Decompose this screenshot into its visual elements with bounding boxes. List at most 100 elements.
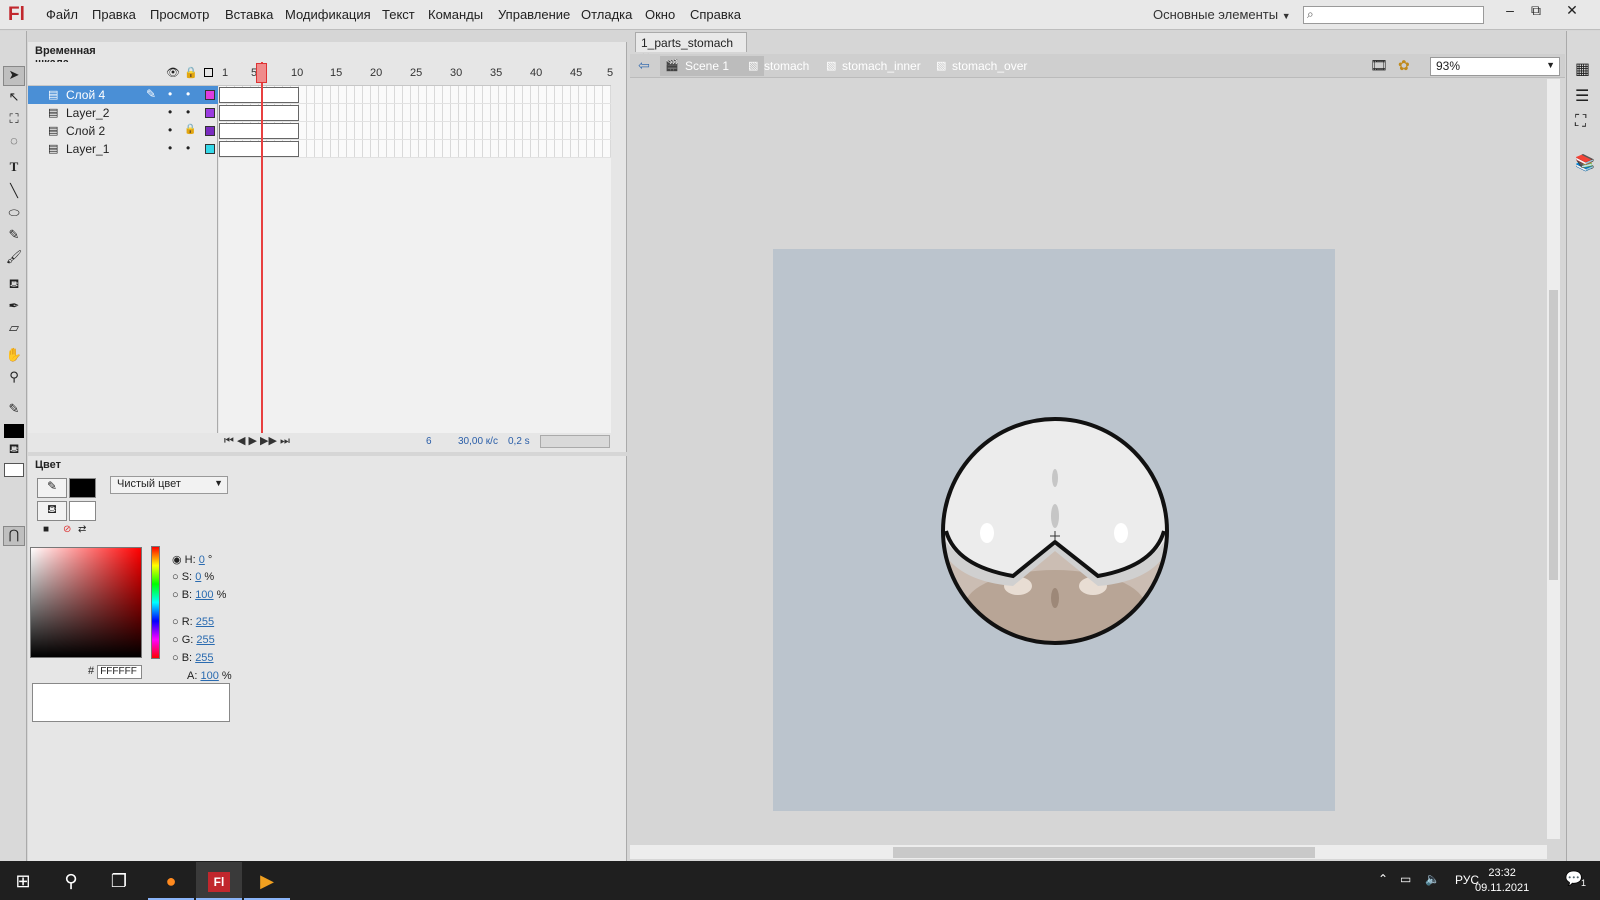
firefox-icon[interactable]: ●	[148, 862, 194, 900]
menu-help[interactable]: Справка	[690, 7, 741, 22]
menu-file[interactable]: Файл	[46, 7, 78, 22]
eyedropper-tool-icon[interactable]: ✒	[3, 298, 25, 318]
fill-color-swatch[interactable]	[4, 463, 24, 477]
timeline-tab[interactable]: Временная шкала	[29, 43, 133, 69]
playhead[interactable]	[261, 62, 263, 440]
swap-colors-icon[interactable]: ⇄	[78, 524, 86, 535]
green-row[interactable]: ○ G: 255	[172, 634, 215, 646]
volume-icon[interactable]: 🔈	[1425, 872, 1440, 886]
brightness-row[interactable]: ○ B: 100 %	[172, 589, 226, 601]
keyframe-span[interactable]	[219, 87, 299, 103]
layer-row-sloy2[interactable]: ▤ Слой 2 • 🔒	[28, 122, 218, 140]
oval-tool-icon[interactable]: ⬭	[3, 205, 25, 225]
outline-icon[interactable]	[204, 68, 213, 77]
alpha-row[interactable]: A: 100 %	[187, 670, 232, 682]
layer-color-swatch[interactable]	[205, 90, 215, 100]
layer-color-swatch[interactable]	[205, 108, 215, 118]
radio-icon[interactable]: ◉	[172, 554, 182, 566]
snap-magnet-icon[interactable]: ⋂	[3, 526, 25, 546]
clock[interactable]: 23:32 09.11.2021	[1475, 866, 1529, 896]
blue-value[interactable]: 255	[195, 652, 213, 664]
menu-edit[interactable]: Правка	[92, 7, 136, 22]
playback-controls-icon[interactable]: ⏮ ◀ ▶ ▶▶ ⏭	[224, 434, 290, 448]
lock-dot[interactable]: •	[186, 141, 190, 155]
layer-row-sloy4[interactable]: ▤ Слой 4 ✎ • •	[28, 86, 218, 104]
transform-icon[interactable]: ⛶	[1575, 113, 1586, 131]
visibility-dot[interactable]: •	[168, 87, 172, 101]
zoom-tool-icon[interactable]: ⚲	[3, 369, 25, 389]
default-colors-icon[interactable]: ■	[43, 524, 49, 535]
lock-icon[interactable]: 🔒	[184, 66, 198, 79]
saturation-value[interactable]: 0	[195, 571, 201, 583]
stroke-swatch[interactable]	[69, 478, 96, 498]
frame-row[interactable]	[219, 104, 611, 122]
search-icon[interactable]: ⚲	[48, 862, 94, 900]
visibility-dot[interactable]: •	[168, 141, 172, 155]
radio-icon[interactable]: ○	[172, 634, 179, 646]
frame-grid[interactable]	[219, 86, 611, 442]
tray-chevron-icon[interactable]: ⌃	[1378, 872, 1388, 886]
document-tab[interactable]: 1_parts_stomach ✕	[635, 32, 747, 64]
frame-row[interactable]	[219, 122, 611, 140]
hue-row[interactable]: ◉ H: 0 °	[172, 553, 212, 566]
frame-row[interactable]	[219, 140, 611, 158]
hex-input[interactable]: FFFFFF	[97, 665, 143, 679]
alpha-value[interactable]: 100	[200, 670, 218, 682]
brightness-value[interactable]: 100	[195, 589, 213, 601]
minimize-button[interactable]: –	[1496, 2, 1524, 22]
menu-insert[interactable]: Вставка	[225, 7, 273, 22]
lock-dot[interactable]: •	[186, 87, 190, 101]
red-value[interactable]: 255	[196, 616, 214, 628]
lock-icon[interactable]: 🔒	[184, 124, 196, 135]
lock-dot[interactable]: •	[186, 105, 190, 119]
hue-slider[interactable]	[151, 546, 160, 659]
blue-row[interactable]: ○ B: 255	[172, 652, 214, 664]
keyframe-span[interactable]	[219, 123, 299, 139]
menu-text[interactable]: Текст	[382, 7, 415, 22]
paint-bucket-tool-icon[interactable]: ⛾	[3, 276, 25, 296]
hue-value[interactable]: 0	[199, 554, 205, 566]
network-icon[interactable]: ▭	[1400, 872, 1411, 886]
edit-scene-icon[interactable]: 🎞	[1370, 57, 1388, 74]
fill-swatch[interactable]	[69, 501, 96, 521]
search-input[interactable]: ⌕	[1303, 6, 1484, 24]
zoom-select[interactable]: 93% ▼	[1430, 57, 1560, 76]
breadcrumb-stomach-over[interactable]: stomach_over	[952, 59, 1027, 73]
task-view-icon[interactable]: ❐	[96, 862, 142, 900]
text-tool-icon[interactable]: T	[3, 159, 25, 179]
visibility-dot[interactable]: •	[168, 123, 172, 137]
library-icon[interactable]: 📚	[1575, 153, 1595, 173]
eye-icon[interactable]: 👁	[166, 66, 180, 79]
menu-commands[interactable]: Команды	[428, 7, 483, 22]
hand-tool-icon[interactable]: ✋	[3, 347, 25, 367]
free-transform-tool-icon[interactable]: ⛶	[3, 111, 25, 131]
menu-debug[interactable]: Отладка	[581, 7, 632, 22]
layer-row-layer1[interactable]: ▤ Layer_1 • •	[28, 140, 218, 158]
media-player-icon[interactable]: ▶	[244, 862, 290, 900]
animate-app-icon[interactable]: Fl	[196, 862, 242, 900]
fill-type-select[interactable]: Чистый цвет ▼	[110, 476, 228, 494]
align-icon[interactable]: ☰	[1575, 86, 1589, 106]
radio-icon[interactable]: ○	[172, 652, 179, 664]
menu-window[interactable]: Окно	[645, 7, 675, 22]
breadcrumb-stomach-inner[interactable]: stomach_inner	[842, 59, 921, 73]
color-tab[interactable]: Цвет	[29, 457, 65, 474]
eraser-tool-icon[interactable]: ▱	[3, 320, 25, 340]
visibility-dot[interactable]: •	[168, 105, 172, 119]
radio-icon[interactable]: ○	[172, 571, 179, 583]
canvas-hscroll-thumb[interactable]	[893, 847, 1315, 858]
stroke-pencil-icon[interactable]: ✎	[37, 478, 67, 498]
playhead-handle[interactable]	[256, 63, 267, 83]
menu-modify[interactable]: Модификация	[285, 7, 371, 22]
saturation-row[interactable]: ○ S: 0 %	[172, 571, 214, 583]
properties-icon[interactable]: ▦	[1575, 59, 1590, 79]
layer-color-swatch[interactable]	[205, 126, 215, 136]
color-picker-field[interactable]	[30, 547, 142, 658]
fill-color-icon[interactable]: ⛾	[3, 441, 25, 461]
menu-control[interactable]: Управление	[498, 7, 570, 22]
windows-start-icon[interactable]: ⊞	[0, 862, 46, 900]
brush-tool-icon[interactable]: 🖌	[3, 249, 25, 269]
stroke-color-icon[interactable]: ✎	[3, 401, 25, 421]
timeline-hscroll[interactable]	[540, 435, 610, 448]
radio-icon[interactable]: ○	[172, 589, 179, 601]
